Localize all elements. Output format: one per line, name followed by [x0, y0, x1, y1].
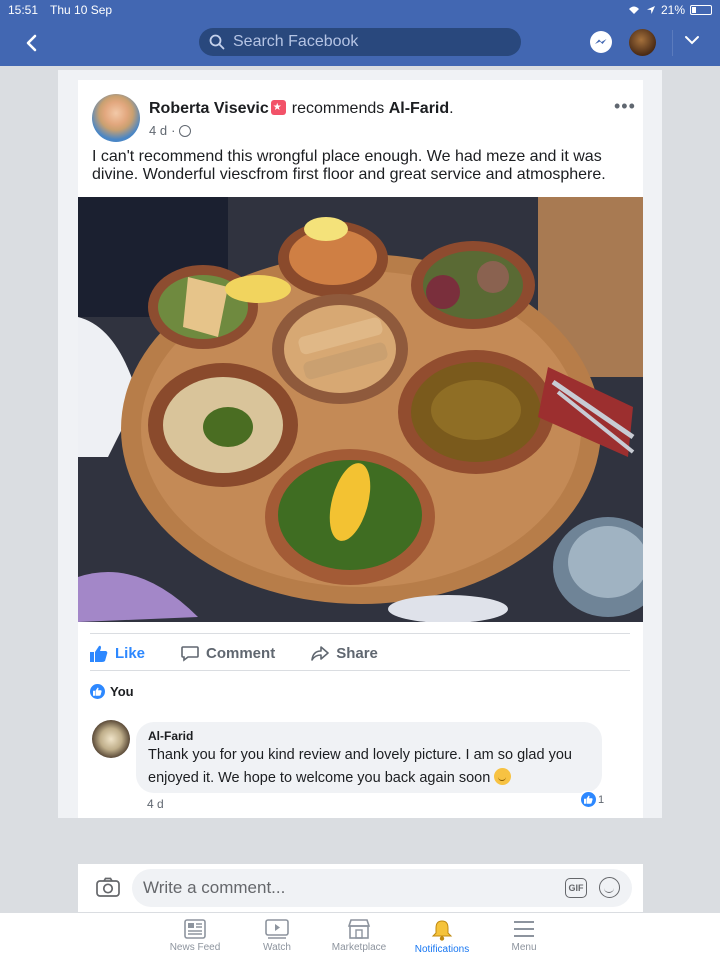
meta-separator: ·: [171, 123, 176, 138]
battery-percent: 21%: [660, 3, 685, 17]
share-label: Share: [336, 644, 378, 662]
more-options-button[interactable]: •••: [614, 96, 636, 117]
top-navigation-bar: Search Facebook: [0, 20, 720, 66]
like-button[interactable]: Like: [90, 645, 145, 662]
author-avatar[interactable]: [92, 94, 140, 142]
post-header: Roberta Visevic recommends Al-Farid.: [149, 100, 454, 118]
share-icon: [311, 645, 329, 661]
share-button[interactable]: Share: [311, 645, 378, 662]
reactions-label: You: [110, 684, 134, 699]
tab-watch[interactable]: Watch: [237, 919, 317, 953]
wifi-icon: [628, 6, 639, 14]
thumbs-up-icon: [90, 645, 108, 662]
period: .: [449, 100, 454, 117]
tab-label: Menu: [511, 942, 537, 953]
bell-icon: [431, 920, 453, 941]
comment-placeholder: Write a comment...: [143, 878, 286, 897]
tab-menu[interactable]: Menu: [484, 919, 564, 953]
status-date: Thu 10 Sep: [50, 3, 113, 17]
like-reaction-icon: [581, 792, 596, 807]
watch-icon: [265, 919, 289, 939]
chevron-left-icon: [26, 34, 37, 52]
camera-button[interactable]: [96, 877, 120, 903]
comment-like-count: 1: [598, 793, 605, 806]
back-button[interactable]: [18, 29, 44, 57]
tab-news-feed[interactable]: News Feed: [155, 919, 235, 953]
page-name[interactable]: Al-Farid: [389, 100, 449, 117]
commenter-avatar[interactable]: [92, 720, 130, 758]
meze-photo: [78, 197, 643, 622]
post-meta: 4 d ·: [149, 123, 192, 138]
divider: [90, 633, 630, 634]
nav-divider: [672, 30, 673, 56]
post-card: Roberta Visevic recommends Al-Farid. 4 d …: [78, 80, 643, 818]
tab-label: News Feed: [169, 942, 221, 953]
comment-composer: Write a comment... GIF: [78, 864, 643, 912]
messenger-icon: [595, 39, 607, 44]
search-icon: [209, 34, 225, 50]
gif-button[interactable]: GIF: [565, 878, 587, 898]
comment-text: Thank you for you kind review and lovely…: [148, 744, 590, 790]
comment-icon: [181, 645, 199, 662]
account-menu-button[interactable]: [684, 32, 700, 53]
comment-input[interactable]: Write a comment...: [132, 869, 632, 907]
profile-avatar[interactable]: [629, 29, 656, 56]
emoji-button[interactable]: [599, 877, 620, 898]
camera-icon: [96, 877, 120, 897]
tab-label: Marketplace: [331, 942, 387, 953]
tab-label: Notifications: [414, 944, 470, 955]
status-time: 15:51: [8, 3, 39, 17]
comment-label: Comment: [206, 644, 276, 662]
location-arrow-icon: [646, 6, 655, 14]
post-verb: recommends: [291, 100, 385, 117]
chevron-down-icon: [685, 36, 699, 45]
comment-author[interactable]: Al-Farid: [148, 729, 590, 743]
post-time[interactable]: 4 d: [149, 123, 167, 138]
comment-reaction-count[interactable]: 1: [578, 791, 608, 808]
status-bar: 15:51 Thu 10 Sep 21%: [0, 0, 720, 20]
battery-icon: [690, 5, 712, 15]
menu-icon: [514, 921, 534, 937]
search-input[interactable]: Search Facebook: [199, 28, 521, 56]
messenger-button[interactable]: [590, 31, 612, 53]
post-text: I can't recommend this wrongful place en…: [92, 148, 606, 183]
post-photo[interactable]: [78, 197, 643, 622]
reactions-summary[interactable]: You: [90, 684, 134, 699]
comment-button[interactable]: Comment: [181, 645, 275, 662]
post-actions: Like Comment Share: [90, 636, 630, 670]
like-reaction-icon: [90, 684, 105, 699]
tab-marketplace[interactable]: Marketplace: [319, 919, 399, 953]
globe-icon: [179, 124, 192, 137]
author-name[interactable]: Roberta Visevic: [149, 100, 269, 117]
news-feed-icon: [184, 919, 206, 939]
tab-notifications[interactable]: Notifications: [402, 919, 482, 955]
search-placeholder: Search Facebook: [233, 33, 359, 50]
recommendation-badge-icon: [270, 100, 286, 115]
bottom-tab-bar: News Feed Watch Marketplace Notification…: [0, 912, 720, 960]
like-label: Like: [115, 644, 146, 662]
divider: [90, 670, 630, 671]
marketplace-icon: [347, 919, 371, 939]
smiley-emoji-icon: [494, 768, 512, 785]
comment-time[interactable]: 4 d: [147, 797, 164, 811]
comment-bubble: Al-Farid Thank you for you kind review a…: [136, 722, 602, 793]
tab-label: Watch: [263, 942, 291, 953]
